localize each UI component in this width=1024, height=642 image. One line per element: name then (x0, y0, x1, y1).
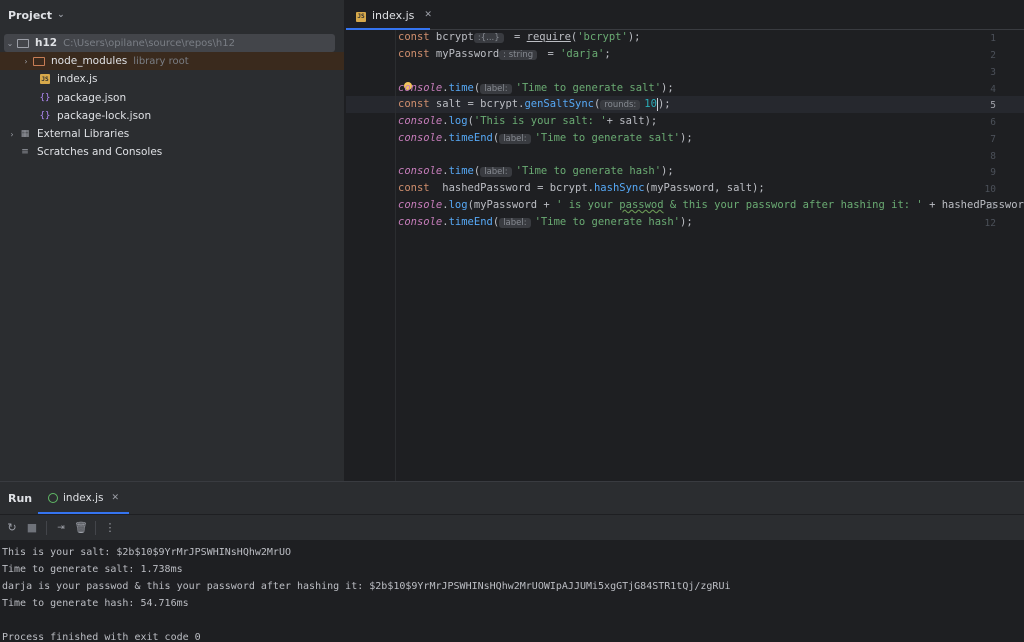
code-line-5[interactable]: const salt = bcrypt.genSaltSync(rounds: 1… (398, 96, 671, 113)
stop-icon[interactable]: ■ (26, 521, 38, 534)
code-editor: JS index.js ✕ 1 2 3 4 5 6 7 8 9 10 11 12… (346, 0, 1024, 481)
code-line-6[interactable]: console.log('This is your salt: '+ salt)… (398, 113, 657, 130)
inlay-hint: : string (499, 50, 538, 60)
line-number: 10 (984, 184, 996, 195)
line-number-gutter (346, 30, 396, 481)
tree-item-external-libraries[interactable]: › ▦ External Libraries (0, 125, 344, 143)
tree-item-package-json[interactable]: {} package.json (0, 89, 344, 107)
console-line: Process finished with exit code 0 (2, 632, 201, 642)
tree-item-label: h12 (35, 37, 58, 49)
tree-item-scratches[interactable]: ≡ Scratches and Consoles (0, 143, 344, 161)
chevron-right-icon[interactable]: › (20, 57, 32, 66)
more-options-icon[interactable]: ⋮ (104, 521, 116, 534)
project-panel: Project ⌄ ⌄ h12 C:\Users\opilane\source\… (0, 0, 345, 481)
run-tab-label: index.js (63, 492, 104, 504)
line-number: 4 (990, 84, 996, 95)
code-line-11[interactable]: console.log(myPassword + ' is your passw… (398, 197, 1024, 214)
inlay-hint: label: (499, 218, 531, 228)
line-number: 12 (984, 218, 996, 229)
line-number: 5 (990, 100, 996, 111)
folder-icon (32, 56, 46, 67)
inlay-hint: :{...} (473, 33, 504, 43)
tree-item-label: node_modules (51, 55, 128, 67)
rerun-icon[interactable]: ↻ (6, 521, 18, 534)
line-number: 6 (990, 117, 996, 128)
editor-tab-bar: JS index.js ✕ (346, 0, 1024, 30)
inlay-hint: label: (480, 84, 512, 94)
soft-wrap-icon[interactable]: ⇥ (55, 522, 67, 534)
code-line-2[interactable]: const myPassword: string = 'darja'; (398, 46, 611, 63)
tree-item-path: C:\Users\opilane\source\repos\h12 (63, 37, 235, 49)
code-line-12[interactable]: console.timeEnd(label: 'Time to generate … (398, 214, 693, 231)
run-title: Run (8, 491, 33, 505)
close-icon[interactable]: ✕ (424, 10, 432, 20)
line-number: 1 (990, 33, 996, 44)
library-icon: ▦ (20, 129, 30, 139)
toolbar-divider (95, 520, 96, 535)
inlay-hint: label: (480, 167, 512, 177)
chevron-down-icon[interactable]: ⌄ (4, 39, 16, 48)
tab-index-js[interactable]: JS index.js ✕ (346, 0, 432, 30)
active-tab-indicator (38, 512, 129, 514)
console-line: This is your salt: $2b$10$9YrMrJPSWHINsH… (2, 547, 291, 558)
json-file-icon: {} (39, 111, 51, 121)
javascript-file-icon: JS (356, 11, 366, 22)
line-number: 9 (990, 167, 996, 178)
tree-item-index-js[interactable]: JS index.js (0, 70, 344, 88)
code-line-9[interactable]: console.time(label: 'Time to generate has… (398, 163, 674, 180)
run-toolbar: ↻ ■ ⇥ 🗑 ⋮ (0, 514, 1024, 540)
trash-icon[interactable]: 🗑 (74, 521, 88, 534)
code-line-1[interactable]: const bcrypt:{...} = require('bcrypt'); (398, 29, 640, 46)
code-line-4[interactable]: console.time(label: 'Time to generate sal… (398, 80, 674, 97)
tree-item-label: package.json (57, 92, 127, 104)
project-panel-header[interactable]: Project ⌄ (0, 0, 344, 30)
tree-item-node-modules[interactable]: › node_modules library root (0, 52, 344, 70)
tab-label: index.js (372, 8, 415, 22)
tree-item-label: External Libraries (37, 128, 130, 140)
run-panel: Run index.js ✕ ↻ ■ ⇥ 🗑 ⋮ This is your sa… (0, 481, 1024, 642)
project-title: Project (8, 8, 53, 22)
code-line-7[interactable]: console.timeEnd(label: 'Time to generate … (398, 130, 693, 147)
folder-icon (16, 38, 30, 49)
console-line: darja is your passwod & this your passwo… (2, 581, 731, 592)
run-tab-index-js[interactable]: index.js ✕ (38, 482, 129, 514)
tree-item-note: library root (133, 55, 189, 67)
line-number: 7 (990, 134, 996, 145)
line-number: 2 (990, 50, 996, 61)
console-line: Time to generate hash: 54.716ms (2, 598, 189, 609)
tree-item-h12[interactable]: ⌄ h12 C:\Users\opilane\source\repos\h12 (4, 34, 335, 52)
chevron-down-icon[interactable]: ⌄ (57, 10, 65, 20)
tree-item-label: package-lock.json (57, 110, 152, 122)
javascript-file-icon: JS (40, 74, 50, 84)
toolbar-divider (46, 520, 47, 535)
tree-item-package-lock-json[interactable]: {} package-lock.json (0, 107, 344, 125)
tree-item-label: index.js (57, 73, 98, 85)
console-line: Time to generate salt: 1.738ms (2, 564, 183, 575)
line-number: 8 (990, 151, 996, 162)
run-panel-header: Run index.js ✕ (0, 482, 1024, 514)
line-number: 3 (990, 67, 996, 78)
code-line-10[interactable]: const hashedPassword = bcrypt.hashSync(m… (398, 180, 765, 197)
close-icon[interactable]: ✕ (111, 493, 119, 503)
json-file-icon: {} (39, 93, 51, 103)
inlay-hint: rounds: (600, 100, 641, 110)
console-output[interactable]: This is your salt: $2b$10$9YrMrJPSWHINsH… (0, 540, 1024, 642)
nodejs-run-icon (48, 493, 58, 503)
tree-item-label: Scratches and Consoles (37, 146, 163, 158)
chevron-right-icon[interactable]: › (6, 130, 18, 139)
scratches-icon: ≡ (21, 147, 29, 157)
inlay-hint: label: (499, 134, 531, 144)
